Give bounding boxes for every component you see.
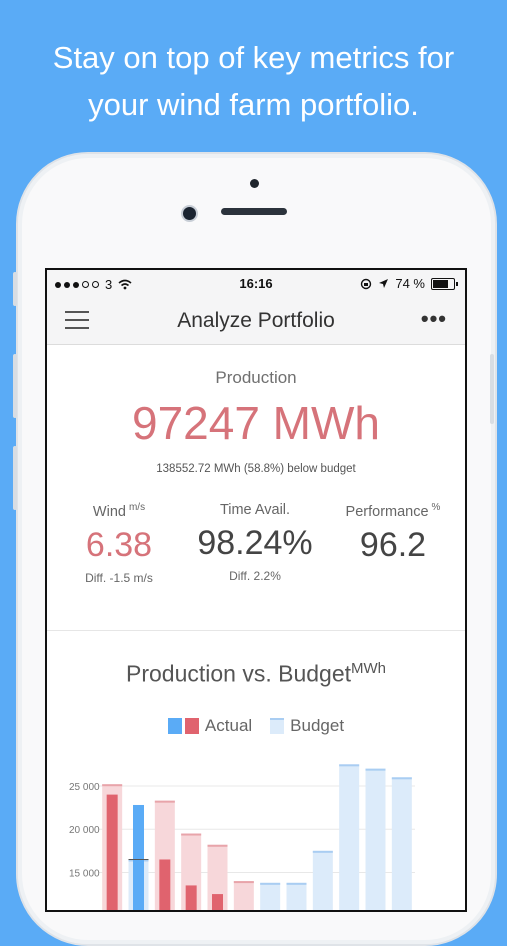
metric-time-availability-value: 98.24% — [185, 524, 325, 563]
tagline-line-2: your wind farm portfolio. — [0, 81, 507, 128]
metric-time-availability: Time Avail. 98.24% Diff. 2.2% — [185, 502, 325, 583]
budget-bar-cap — [234, 881, 254, 883]
legend-actual-red-swatch — [185, 718, 199, 734]
budget-bar-cap — [366, 769, 386, 771]
location-icon — [378, 278, 389, 289]
tagline: Stay on top of key metrics for your wind… — [0, 34, 507, 128]
metric-wind-unit: m/s — [129, 502, 145, 513]
actual-bar — [159, 859, 170, 912]
legend-budget-label: Budget — [290, 716, 344, 736]
budget-bar — [392, 777, 412, 912]
legend-budget-swatch — [270, 718, 284, 734]
budget-bar — [366, 769, 386, 912]
legend-actual-blue-swatch — [168, 718, 182, 734]
phone-volume-down — [13, 446, 17, 510]
front-camera — [181, 205, 198, 222]
phone-mute-switch — [13, 272, 17, 306]
metric-performance: Performance% 96.2 — [323, 502, 463, 565]
production-vs-budget-chart: 25 00020 00015 00010 000 — [47, 758, 465, 912]
legend-actual-label: Actual — [205, 716, 252, 736]
legend-budget[interactable]: Budget — [270, 716, 344, 736]
actual-bar — [133, 805, 144, 912]
chart-legend: Actual Budget — [47, 716, 465, 736]
metric-time-availability-label: Time Avail. — [185, 502, 325, 518]
budget-bar-cap — [102, 784, 122, 786]
budget-bar-cap — [260, 883, 280, 885]
phone-volume-up — [13, 354, 17, 418]
budget-bar-cap — [287, 883, 307, 885]
production-label: Production — [47, 368, 465, 388]
metric-wind-diff: Diff. -1.5 m/s — [49, 571, 189, 585]
battery-percent: 74 % — [395, 276, 425, 291]
metric-time-availability-diff: Diff. 2.2% — [185, 569, 325, 583]
metric-wind-label: Windm/s — [49, 502, 189, 520]
page-title: Analyze Portfolio — [47, 309, 465, 333]
status-right: 74 % — [360, 276, 455, 291]
metric-performance-value: 96.2 — [323, 526, 463, 565]
status-bar: 3 16:16 74 % — [47, 270, 465, 298]
budget-bar-cap — [181, 834, 201, 836]
proximity-sensor — [250, 179, 259, 188]
actual-bar — [107, 795, 118, 912]
y-tick-label: 25 000 — [69, 782, 100, 793]
metric-performance-unit: % — [432, 502, 441, 513]
budget-bar — [260, 883, 280, 912]
budget-bar-cap — [208, 845, 228, 847]
legend-actual[interactable]: Actual — [168, 716, 252, 736]
production-budget-diff: 138552.72 MWh (58.8%) below budget — [47, 463, 465, 475]
y-tick-label: 15 000 — [69, 868, 100, 879]
y-tick-label: 20 000 — [69, 825, 100, 836]
budget-bar-cap — [339, 764, 359, 766]
budget-bar-cap — [155, 801, 175, 803]
production-value: 97247 MWh — [47, 396, 465, 450]
navigation-bar: Analyze Portfolio ••• — [47, 298, 465, 345]
tagline-line-1: Stay on top of key metrics for — [0, 34, 507, 81]
budget-bar — [287, 883, 307, 912]
app-screen: 3 16:16 74 % Analyze Portfolio ••• — [45, 268, 467, 912]
battery-icon — [431, 278, 455, 290]
more-icon[interactable]: ••• — [421, 306, 447, 332]
phone-power-button — [490, 354, 494, 424]
section-divider — [47, 630, 465, 631]
actual-bar — [186, 885, 197, 912]
budget-bar-cap — [313, 851, 333, 853]
rotation-lock-icon — [360, 278, 372, 290]
chart-title: Production vs. BudgetMWh — [47, 660, 465, 688]
metric-wind-value: 6.38 — [49, 526, 189, 565]
budget-bar-cap — [392, 777, 412, 779]
chart-unit: MWh — [351, 660, 386, 677]
actual-bar — [212, 894, 223, 912]
budget-bar — [313, 851, 333, 912]
earpiece-speaker — [221, 208, 287, 215]
budget-bar — [234, 881, 254, 912]
budget-bar — [339, 764, 359, 912]
metric-performance-label: Performance% — [323, 502, 463, 520]
metric-wind: Windm/s 6.38 Diff. -1.5 m/s — [49, 502, 189, 585]
